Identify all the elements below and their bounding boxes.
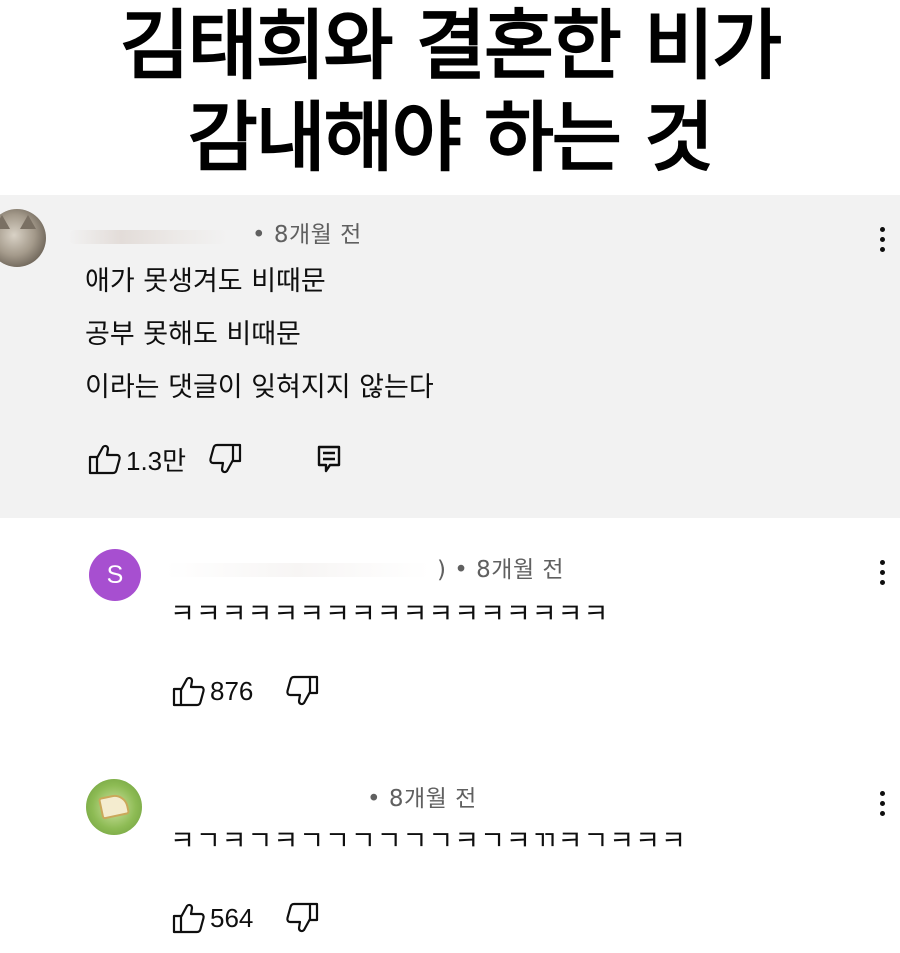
- avatar[interactable]: [0, 209, 46, 267]
- more-vert-icon[interactable]: [876, 791, 888, 821]
- thumbs-down-icon[interactable]: [285, 675, 319, 707]
- comment-line: 애가 못생겨도 비때문: [85, 266, 326, 297]
- headline-line-1: 김태희와 결혼한 비가: [119, 1, 782, 90]
- headline: 김태희와 결혼한 비가 감내해야 하는 것: [0, 0, 900, 195]
- comment-reply-2: • 8개월 전 ㅋㄱㅋㄱㅋㄱㄱㄱㄱㄱㄱㅋㄱㅋㄲㅋㄱㅋㅋㅋ 564: [0, 753, 900, 953]
- comment-actions: 564: [172, 900, 319, 936]
- comment-actions: 876: [172, 673, 319, 709]
- comment-timestamp: • 8개월 전: [252, 222, 362, 248]
- cake-slice-icon: [98, 792, 130, 820]
- avatar-ear-left: [0, 215, 10, 229]
- avatar-ear-right: [20, 215, 36, 229]
- avatar[interactable]: [86, 779, 142, 835]
- thumbs-up-icon[interactable]: [172, 675, 206, 707]
- comment-text: ㅋㄱㅋㄱㅋㄱㄱㄱㄱㄱㄱㅋㄱㅋㄲㅋㄱㅋㅋㅋ: [170, 815, 687, 868]
- username-blurred: [165, 563, 430, 577]
- reply-icon[interactable]: [316, 444, 342, 474]
- comment-line: ㅋㄱㅋㄱㅋㄱㄱㄱㄱㄱㄱㅋㄱㅋㄲㅋㄱㅋㅋㅋ: [170, 826, 687, 857]
- comment-text: ㅋㅋㅋㅋㅋㅋㅋㅋㅋㅋㅋㅋㅋㅋㅋㅋㅋ: [170, 588, 609, 641]
- thumbs-up-icon[interactable]: [88, 443, 122, 475]
- username-blurred: [68, 230, 228, 244]
- comment-line: 공부 못해도 비때문: [85, 319, 301, 350]
- like-count: 564: [210, 902, 254, 933]
- comment-timestamp: ) • 8개월 전: [437, 557, 565, 583]
- like-count: 1.3만: [126, 445, 187, 476]
- more-vert-icon[interactable]: [876, 227, 888, 257]
- like-count: 876: [210, 675, 254, 706]
- comment-actions: 1.3만: [88, 441, 342, 477]
- comment-reply-1: S ) • 8개월 전 ㅋㅋㅋㅋㅋㅋㅋㅋㅋㅋㅋㅋㅋㅋㅋㅋㅋ 876: [0, 518, 900, 753]
- comment-text: 애가 못생겨도 비때문 공부 못해도 비때문 이라는 댓글이 잊혀지지 않는다: [85, 255, 434, 414]
- more-vert-icon[interactable]: [876, 560, 888, 590]
- avatar[interactable]: S: [89, 549, 141, 601]
- comment-line: ㅋㅋㅋㅋㅋㅋㅋㅋㅋㅋㅋㅋㅋㅋㅋㅋㅋ: [170, 599, 610, 630]
- thumbs-down-icon[interactable]: [208, 443, 242, 475]
- thumbs-down-icon[interactable]: [285, 902, 319, 934]
- headline-line-2: 감내해야 하는 것: [187, 93, 714, 182]
- thumbs-up-icon[interactable]: [172, 902, 206, 934]
- comment-thread-1: • 8개월 전 애가 못생겨도 비때문 공부 못해도 비때문 이라는 댓글이 잊…: [0, 195, 900, 518]
- comment-timestamp: • 8개월 전: [367, 786, 477, 812]
- comment-line: 이라는 댓글이 잊혀지지 않는다: [85, 372, 434, 403]
